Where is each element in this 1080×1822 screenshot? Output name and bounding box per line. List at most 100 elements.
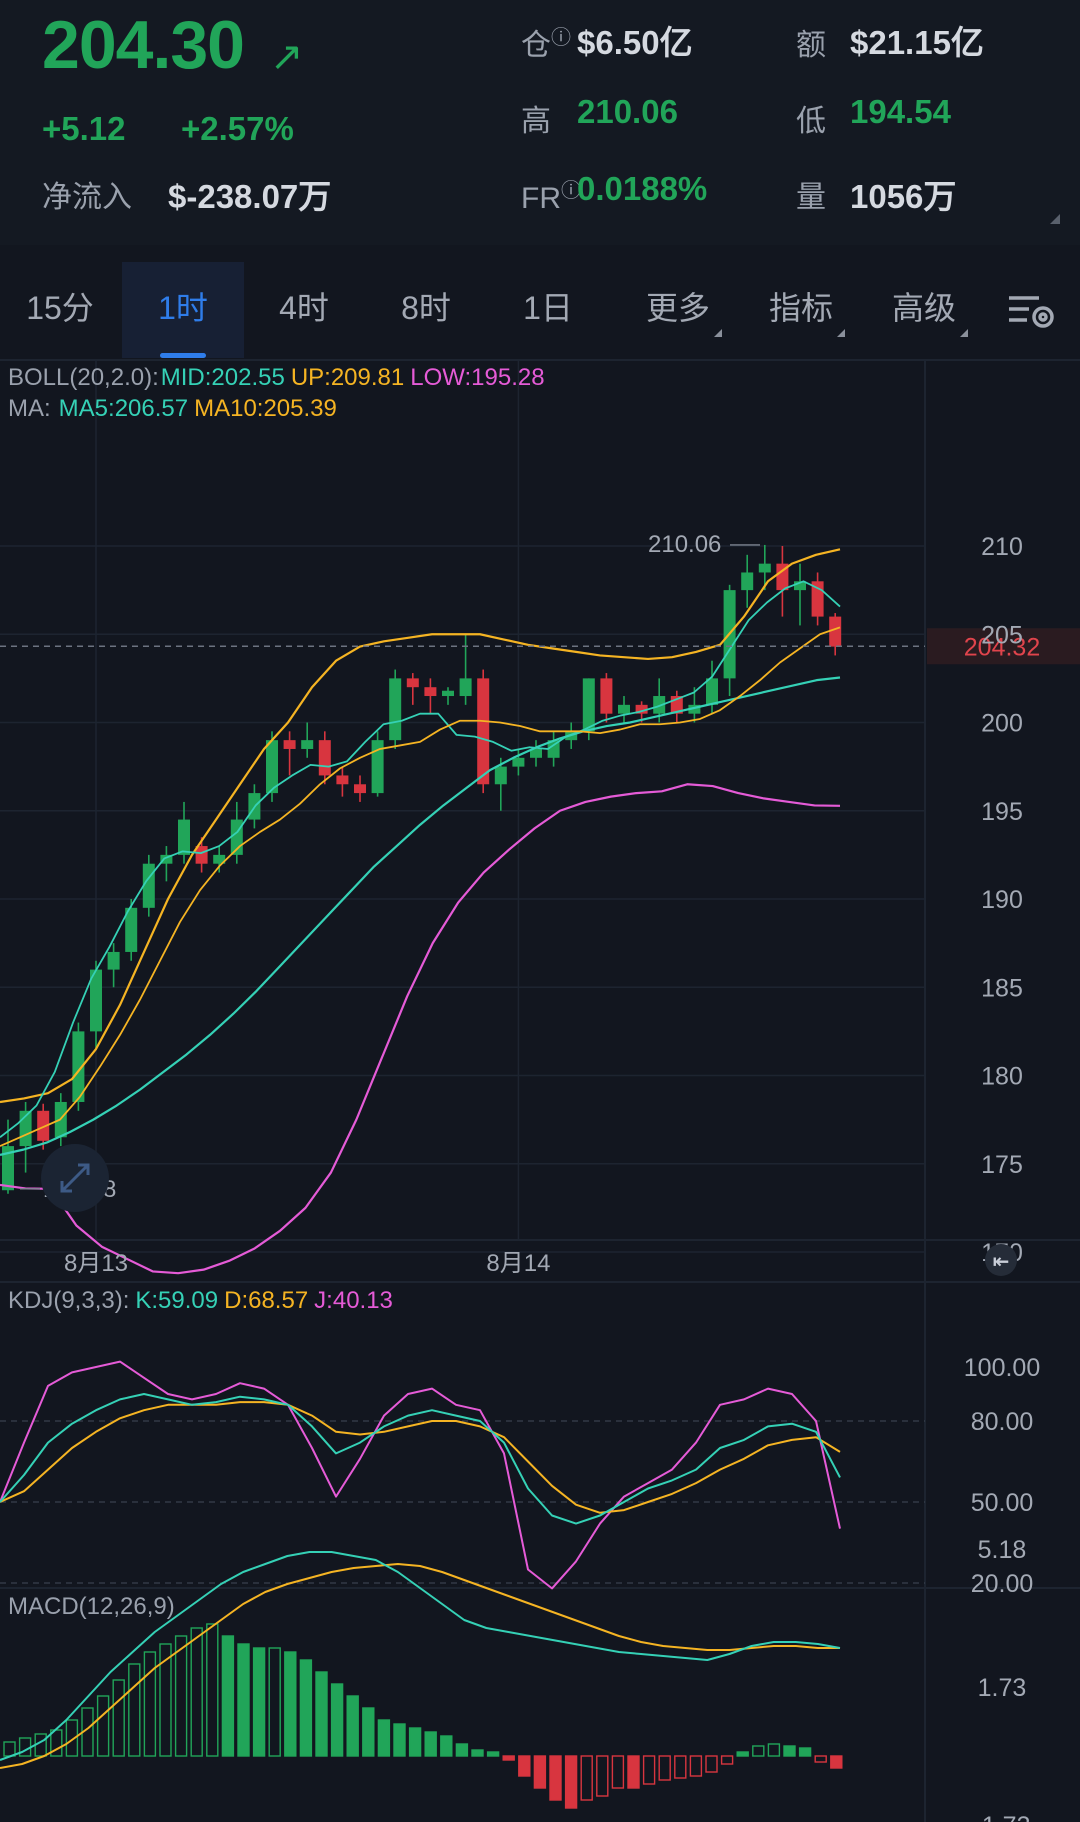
ma-legend: MA: MA5:206.57 MA10:205.39: [8, 395, 337, 422]
candle-body: [477, 678, 490, 785]
macd-histogram-bar: [798, 1747, 812, 1757]
macd-tick-label: 5.18: [978, 1536, 1027, 1564]
macd-histogram-bar: [128, 1663, 141, 1757]
macd-histogram-bar: [408, 1727, 422, 1757]
macd-histogram-bar: [518, 1755, 531, 1777]
chart-canvas[interactable]: 204.32210.06173.58 210 205 200 195 190 185 180…: [0, 0, 1080, 1822]
candlestick-chart[interactable]: 204.32210.06173.58: [0, 531, 1080, 1275]
kdj-d-line: [0, 1401, 841, 1514]
kdj-chart: [0, 1360, 841, 1590]
macd-histogram-bar: [237, 1643, 250, 1757]
candle: [406, 673, 419, 705]
macd-histogram-bar: [502, 1755, 515, 1761]
y-tick-label: 175: [981, 1151, 1023, 1179]
candle-body: [283, 740, 296, 749]
macd-histogram-bar: [377, 1719, 391, 1757]
candle-body: [424, 687, 437, 697]
jump-to-latest-icon[interactable]: ⇤: [985, 1244, 1017, 1276]
macd-histogram-bar: [611, 1755, 625, 1789]
candle: [670, 690, 683, 723]
y-tick-label: 205: [981, 621, 1023, 649]
candle-body: [266, 740, 278, 794]
macd-histogram-bar: [252, 1647, 266, 1757]
macd-chart: [0, 1551, 843, 1809]
svg-text:⇤: ⇤: [993, 1249, 1010, 1273]
candle-body: [354, 784, 366, 794]
macd-histogram-bar: [767, 1743, 781, 1757]
macd-histogram-bar: [689, 1755, 703, 1777]
candle-body: [706, 678, 718, 705]
y-tick-label: 180: [981, 1063, 1023, 1091]
ma10-line: [0, 626, 841, 1147]
macd-histogram-bar: [596, 1755, 609, 1797]
candle: [90, 960, 102, 1050]
macd-histogram-bar: [533, 1755, 547, 1789]
candle: [424, 678, 437, 714]
kdj-tick-label: 100.00: [964, 1354, 1040, 1382]
macd-histogram-bar: [3, 1741, 16, 1757]
macd-histogram-bar: [440, 1735, 453, 1757]
expand-arrows-icon[interactable]: [41, 1144, 109, 1212]
macd-histogram-bar: [752, 1745, 765, 1757]
macd-histogram-bar: [330, 1683, 344, 1757]
macd-histogram-bar: [362, 1707, 375, 1757]
candle: [301, 722, 314, 758]
macd-histogram-bar: [284, 1651, 297, 1757]
macd-histogram-bar: [549, 1755, 562, 1801]
macd-histogram-bar: [658, 1755, 671, 1781]
kdj-tick-label: 50.00: [971, 1489, 1034, 1517]
candle-body: [178, 819, 190, 855]
candle: [442, 687, 454, 705]
macd-histogram-bar: [674, 1755, 687, 1779]
macd-histogram-bar: [455, 1743, 469, 1757]
candle-body: [406, 678, 419, 688]
macd-histogram-bar: [783, 1745, 796, 1757]
macd-legend: MACD(12,26,9): [8, 1593, 175, 1620]
macd-histogram-bar: [471, 1749, 484, 1757]
candle: [811, 572, 824, 626]
candle: [142, 854, 155, 917]
candle: [758, 544, 771, 591]
candle: [530, 740, 542, 767]
kdj-legend: KDJ(9,3,3): K:59.09 D:68.57 J:40.13: [8, 1287, 393, 1314]
candle-body: [741, 572, 754, 591]
candle: [829, 613, 842, 656]
candle-body: [142, 863, 155, 908]
ma5-line: [0, 580, 841, 1138]
candle: [776, 546, 789, 617]
x-tick-label: 8月14: [486, 1250, 550, 1277]
macd-histogram-bar: [580, 1755, 593, 1801]
macd-histogram-bar: [814, 1755, 827, 1763]
candle-body: [336, 775, 349, 785]
macd-histogram-bar: [268, 1647, 281, 1757]
macd-histogram-bar: [112, 1679, 125, 1757]
candle: [600, 673, 613, 723]
y-tick-label: 190: [981, 886, 1023, 914]
kdj-tick-label: 20.00: [971, 1570, 1034, 1598]
candle: [266, 731, 278, 802]
candle: [336, 766, 349, 797]
macd-histogram-bar: [315, 1671, 328, 1757]
macd-histogram-bar: [705, 1755, 718, 1773]
candle-body: [318, 740, 331, 776]
y-tick-label: 195: [981, 798, 1023, 826]
y-tick-label: 210: [981, 533, 1023, 561]
macd-histogram-bar: [206, 1623, 219, 1757]
candle-body: [618, 704, 630, 714]
macd-histogram-bar: [564, 1755, 578, 1809]
candle: [794, 563, 806, 626]
macd-histogram-bar: [174, 1635, 188, 1757]
kdj-tick-label: 80.00: [971, 1408, 1034, 1436]
candle: [213, 846, 226, 873]
macd-tick-label: -1.73: [974, 1812, 1031, 1822]
candle-body: [758, 563, 771, 573]
y-tick-label: 185: [981, 974, 1023, 1002]
macd-histogram-bar: [190, 1627, 203, 1757]
kdj-j-line: [0, 1360, 841, 1590]
boll-lower-line: [0, 783, 841, 1275]
y-tick-label: 200: [981, 710, 1023, 738]
candle-body: [442, 690, 454, 697]
macd-histogram-bar: [393, 1723, 406, 1757]
macd-histogram-bar: [486, 1751, 500, 1757]
macd-histogram-bar: [720, 1755, 734, 1765]
